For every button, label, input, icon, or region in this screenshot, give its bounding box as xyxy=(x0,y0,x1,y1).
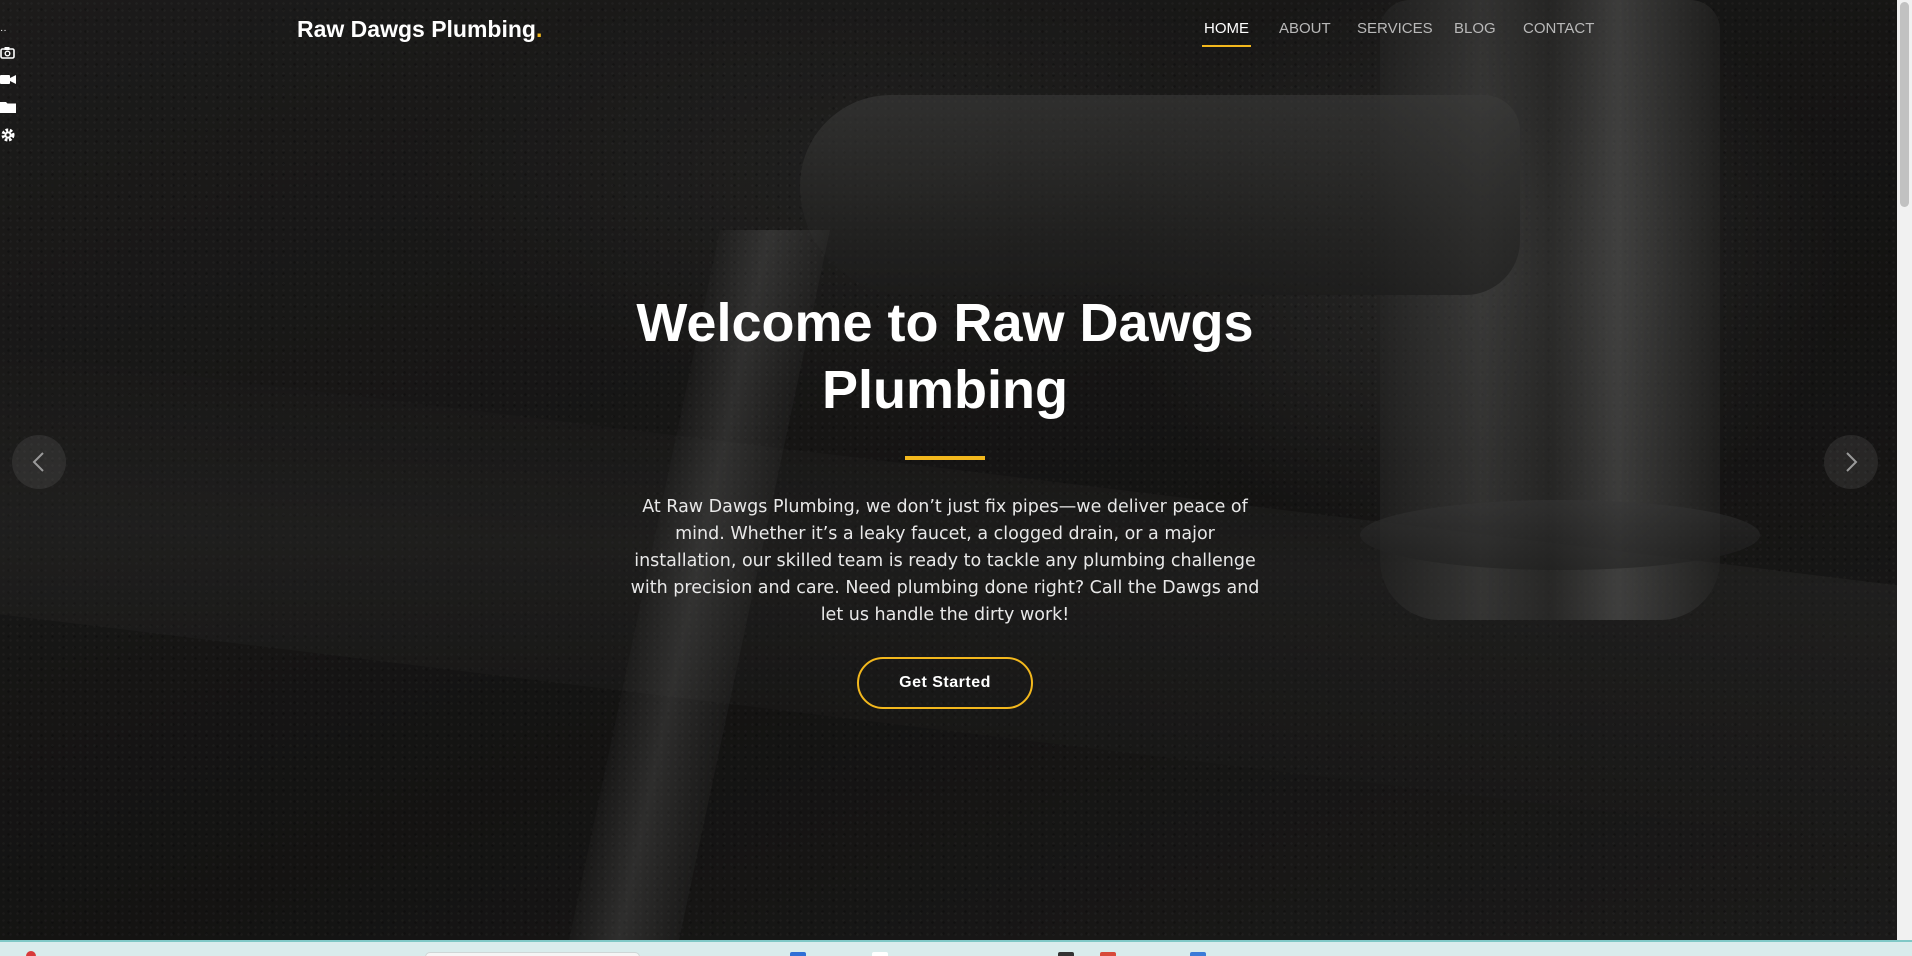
os-taskbar xyxy=(0,940,1912,956)
brand-dot: . xyxy=(535,16,543,42)
hero-title: Welcome to Raw Dawgs Plumbing xyxy=(610,290,1280,424)
title-divider xyxy=(905,456,985,460)
camera-icon[interactable] xyxy=(0,46,16,62)
taskbar-app-icon[interactable] xyxy=(790,952,806,956)
hero-content: Welcome to Raw Dawgs Plumbing At Raw Daw… xyxy=(610,290,1280,709)
nav-contact[interactable]: CONTACT xyxy=(1523,20,1594,37)
hero-title-line2: Plumbing xyxy=(822,360,1068,420)
scrollbar-thumb[interactable] xyxy=(1900,2,1909,207)
gear-icon[interactable] xyxy=(0,127,16,143)
nav-services[interactable]: SERVICES xyxy=(1357,20,1433,37)
page-scrollbar[interactable] xyxy=(1897,0,1912,940)
site-logo[interactable]: Raw Dawgs Plumbing. xyxy=(297,16,542,43)
carousel-next-button[interactable] xyxy=(1824,435,1878,489)
get-started-button[interactable]: Get Started xyxy=(857,657,1033,709)
folder-icon[interactable] xyxy=(0,100,16,116)
chevron-left-icon xyxy=(32,452,44,472)
nav-blog[interactable]: BLOG xyxy=(1454,20,1496,37)
taskbar-search-box[interactable] xyxy=(425,952,640,956)
notification-badge-icon[interactable] xyxy=(26,951,36,956)
taskbar-app-icon[interactable] xyxy=(1190,952,1206,956)
video-icon[interactable] xyxy=(0,73,16,89)
carousel-prev-button[interactable] xyxy=(12,435,66,489)
more-icon[interactable]: ·· xyxy=(0,26,18,38)
hero-description: At Raw Dawgs Plumbing, we don’t just fix… xyxy=(630,497,1260,625)
site-header: Raw Dawgs Plumbing. HOME ABOUT SERVICES … xyxy=(0,0,1897,60)
taskbar-app-icon[interactable] xyxy=(1100,952,1116,956)
brand-name: Raw Dawgs Plumbing xyxy=(297,16,536,42)
taskbar-app-icon[interactable] xyxy=(872,952,888,956)
nav-home[interactable]: HOME xyxy=(1202,20,1251,47)
screen-capture-toolbar: ·· xyxy=(0,26,18,154)
nav-about[interactable]: ABOUT xyxy=(1279,20,1331,37)
chevron-right-icon xyxy=(1846,452,1858,472)
taskbar-app-icon[interactable] xyxy=(1058,952,1074,956)
hero-title-line1: Welcome to Raw Dawgs xyxy=(636,293,1254,353)
